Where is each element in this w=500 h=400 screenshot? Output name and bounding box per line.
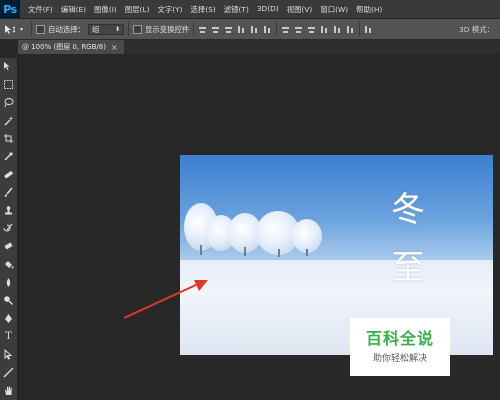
document-tab[interactable]: @ 100% (图层 0, RGB/8) × [18, 40, 124, 54]
title-char-2: 至 [391, 248, 425, 288]
menu-type[interactable]: 文字(Y) [153, 4, 186, 15]
menu-help[interactable]: 帮助(H) [352, 4, 386, 15]
auto-select-value: 组 [91, 24, 100, 34]
distribute-left-icon[interactable] [320, 25, 329, 34]
menu-view[interactable]: 视图(V) [283, 4, 317, 15]
pen-icon[interactable] [2, 312, 15, 325]
distribute-bottom-icon[interactable] [307, 25, 316, 34]
chevron-updown-icon: ⬍ [114, 25, 120, 33]
crop-icon[interactable] [2, 132, 15, 145]
distribute-top-icon[interactable] [281, 25, 290, 34]
auto-select-checkbox[interactable] [36, 24, 46, 34]
align-right-icon[interactable] [263, 25, 272, 34]
document-tab-bar: @ 100% (图层 0, RGB/8) × [18, 40, 500, 54]
dodge-icon[interactable] [2, 294, 15, 307]
auto-select-dropdown[interactable]: 组 ⬍ [87, 23, 124, 35]
show-transform-checkbox[interactable] [132, 24, 142, 34]
divider [359, 22, 361, 36]
clone-stamp-icon[interactable] [2, 204, 15, 217]
tree-trunk [244, 247, 246, 256]
divider [31, 22, 33, 36]
history-brush-icon[interactable] [2, 222, 15, 235]
chevron-down-icon: ▾ [20, 25, 24, 33]
lasso-icon[interactable] [2, 96, 15, 109]
move-tool-preset[interactable]: ▾ [0, 24, 27, 35]
type-icon[interactable]: T [2, 330, 15, 343]
auto-align-icon[interactable] [364, 25, 373, 34]
blur-icon[interactable] [2, 276, 15, 289]
menu-edit[interactable]: 编辑(E) [57, 4, 90, 15]
distribute-buttons [281, 25, 355, 34]
tree-trunk [278, 249, 280, 257]
align-left-icon[interactable] [237, 25, 246, 34]
path-selection-icon[interactable] [2, 348, 15, 361]
watermark-badge: 百科全说 助你轻松解决 [350, 318, 450, 376]
hand-icon[interactable] [2, 384, 15, 397]
distribute-hcenter-icon[interactable] [333, 25, 342, 34]
watermark-subtitle: 助你轻松解决 [372, 353, 427, 364]
document-tab-label: @ 100% (图层 0, RGB/8) [22, 43, 106, 51]
tree-trunk [306, 249, 308, 256]
mode-3d-label: 3D 模式： [459, 24, 494, 34]
menu-window[interactable]: 窗口(W) [316, 4, 352, 15]
photoshop-logo: Ps [0, 0, 20, 18]
distribute-right-icon[interactable] [346, 25, 355, 34]
menu-layer[interactable]: 图层(L) [121, 4, 154, 15]
move-tool-icon [5, 24, 16, 34]
align-vcenter-icon[interactable] [211, 25, 220, 34]
menu-filter[interactable]: 滤镜(T) [220, 4, 253, 15]
menu-select[interactable]: 选择(S) [187, 4, 220, 15]
menu-image[interactable]: 图像(I) [90, 4, 121, 15]
watermark-title: 百科全说 [365, 329, 434, 349]
align-bottom-icon[interactable] [224, 25, 233, 34]
options-bar: ▾ 自动选择： 组 ⬍ 显示变换控件 3D 模式： [0, 19, 500, 40]
brush-icon[interactable] [2, 186, 15, 199]
healing-brush-icon[interactable] [2, 168, 15, 181]
distribute-vcenter-icon[interactable] [294, 25, 303, 34]
magic-wand-icon[interactable] [2, 114, 15, 127]
toolbox: T [0, 58, 18, 400]
menu-bar: Ps 文件(F) 编辑(E) 图像(I) 图层(L) 文字(Y) 选择(S) 滤… [0, 0, 500, 19]
show-transform-label: 显示变换控件 [144, 24, 190, 34]
divider [276, 22, 278, 36]
menu-items: 文件(F) 编辑(E) 图像(I) 图层(L) 文字(Y) 选择(S) 滤镜(T… [24, 4, 386, 15]
menu-3d[interactable]: 3D(D) [253, 4, 283, 15]
close-icon[interactable]: × [111, 43, 118, 52]
align-buttons [198, 25, 272, 34]
eyedropper-icon[interactable] [2, 150, 15, 163]
align-top-icon[interactable] [198, 25, 207, 34]
frosted-tree [292, 219, 322, 253]
line-tool-icon[interactable] [2, 366, 15, 379]
auto-select-label: 自动选择： [48, 24, 85, 34]
tree-trunk [200, 245, 202, 255]
divider [127, 22, 129, 36]
align-hcenter-icon[interactable] [250, 25, 259, 34]
paint-bucket-icon[interactable] [2, 258, 15, 271]
divider [193, 22, 195, 36]
marquee-icon[interactable] [2, 78, 15, 91]
eraser-icon[interactable] [2, 240, 15, 253]
move-icon[interactable] [2, 60, 15, 73]
menu-file[interactable]: 文件(F) [24, 4, 57, 15]
title-char-1: 冬 [391, 190, 425, 230]
